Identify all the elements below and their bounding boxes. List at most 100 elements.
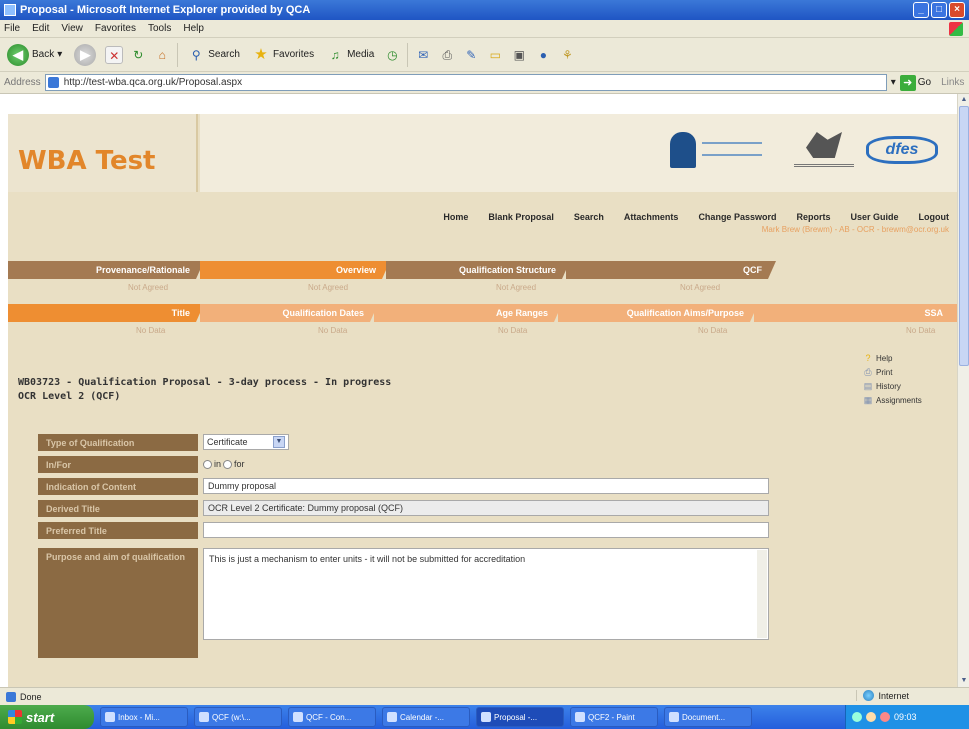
action-sidebar: ? Help ⎙ Print ▤ History ▦ Assignments — [863, 351, 922, 407]
tab-qualification-dates[interactable]: Qualification Dates — [200, 304, 378, 322]
media-label: Media — [347, 49, 375, 60]
close-button[interactable]: × — [949, 2, 965, 18]
task-paint[interactable]: QCF2 - Paint — [570, 707, 658, 727]
task-proposal[interactable]: Proposal -... — [476, 707, 564, 727]
menu-favorites[interactable]: Favorites — [95, 23, 136, 34]
menu-file[interactable]: File — [4, 23, 20, 34]
nav-search[interactable]: Search — [574, 212, 604, 222]
security-zone: Internet — [856, 690, 909, 701]
dfes-logo: dfes — [866, 132, 944, 174]
nav-user-guide[interactable]: User Guide — [850, 212, 898, 222]
infor-label: In/For — [38, 456, 198, 473]
site-brand[interactable]: WBA Test — [18, 146, 156, 176]
nav-blank-proposal[interactable]: Blank Proposal — [488, 212, 554, 222]
search-button[interactable]: ⚲ Search — [184, 42, 243, 68]
tab-title[interactable]: Title — [8, 304, 204, 322]
clock: 09:03 — [894, 712, 917, 722]
tab-status: No Data — [906, 326, 936, 335]
menu-bar: File Edit View Favorites Tools Help — [0, 20, 969, 38]
network-icon[interactable] — [852, 712, 862, 722]
forward-button[interactable]: ▶ — [71, 42, 99, 68]
chevron-down-icon: ▾ — [57, 49, 63, 60]
stop-icon[interactable]: ✕ — [105, 45, 124, 64]
mail-icon[interactable]: ✉ — [414, 46, 432, 64]
type-label: Type of Qualification — [38, 434, 198, 451]
task-document[interactable]: Document... — [664, 707, 752, 727]
print-link[interactable]: ⎙ Print — [863, 365, 922, 379]
scroll-up-icon[interactable]: ▲ — [959, 95, 969, 105]
start-button[interactable]: start — [0, 705, 94, 729]
menu-view[interactable]: View — [61, 23, 83, 34]
links-label[interactable]: Links — [941, 77, 964, 88]
nav-reports[interactable]: Reports — [796, 212, 830, 222]
history-link[interactable]: ▤ History — [863, 379, 922, 393]
page-icon — [6, 691, 16, 702]
history-icon[interactable]: ◷ — [383, 46, 401, 64]
assignments-label: Assignments — [876, 395, 922, 405]
purpose-label: Purpose and aim of qualification — [38, 548, 198, 658]
nav-home[interactable]: Home — [443, 212, 468, 222]
research-icon[interactable]: ⚘ — [558, 46, 576, 64]
assignments-link[interactable]: ▦ Assignments — [863, 393, 922, 407]
task-calendar[interactable]: Calendar -... — [382, 707, 470, 727]
folder-icon[interactable]: ▭ — [486, 46, 504, 64]
back-button[interactable]: ◀ Back ▾ — [4, 42, 65, 68]
task-qcf-folder[interactable]: QCF (w:\... — [194, 707, 282, 727]
task-label: QCF (w:\... — [212, 712, 251, 722]
tab-provenance-rationale[interactable]: Provenance/Rationale — [8, 261, 204, 279]
favorites-button[interactable]: ★ Favorites — [249, 42, 317, 68]
tab-overview[interactable]: Overview — [200, 261, 390, 279]
type-selected-value: Certificate — [207, 437, 248, 447]
volume-icon[interactable] — [866, 712, 876, 722]
tab-status: Not Agreed — [680, 283, 721, 292]
tab-qualification-aims-purpose[interactable]: Qualification Aims/Purpose — [558, 304, 758, 322]
type-select[interactable]: Certificate ▼ — [203, 434, 289, 450]
address-input[interactable] — [44, 74, 887, 91]
security-icon[interactable] — [880, 712, 890, 722]
print-icon: ⎙ — [864, 367, 872, 377]
tab-status: No Data — [136, 326, 166, 335]
outlook-icon — [105, 712, 115, 722]
refresh-icon[interactable]: ↻ — [129, 46, 147, 64]
user-info: Mark Brew (Brewm) - AB - OCR - brewm@ocr… — [761, 225, 949, 234]
radio-in[interactable] — [203, 459, 212, 469]
help-link[interactable]: ? Help — [863, 351, 922, 365]
task-outlook[interactable]: Inbox - Mi... — [100, 707, 188, 727]
toolbar-separator — [177, 42, 179, 67]
textarea-scrollbar[interactable] — [757, 550, 767, 638]
menu-edit[interactable]: Edit — [32, 23, 49, 34]
print-icon[interactable]: ⎙ — [438, 46, 456, 64]
scroll-down-icon[interactable]: ▼ — [959, 676, 969, 686]
tab-ssa[interactable]: SSA — [754, 304, 957, 322]
chevron-down-icon[interactable]: ▾ — [891, 77, 896, 88]
vertical-scrollbar[interactable]: ▲ ▼ — [957, 94, 969, 687]
scroll-thumb[interactable] — [959, 106, 969, 366]
progress-tabs-sections: Provenance/Rationale Overview Qualificat… — [8, 261, 957, 292]
go-label: Go — [917, 77, 932, 88]
discuss-icon[interactable]: ▣ — [510, 46, 528, 64]
minimize-button[interactable]: _ — [913, 2, 929, 18]
home-icon[interactable]: ⌂ — [153, 46, 171, 64]
forward-arrow-icon: ▶ — [74, 43, 97, 66]
maximize-button[interactable]: □ — [931, 2, 947, 18]
content-input[interactable]: Dummy proposal — [203, 478, 769, 494]
page-icon — [47, 77, 59, 88]
menu-help[interactable]: Help — [183, 23, 204, 34]
messenger-icon[interactable]: ● — [534, 46, 552, 64]
menu-tools[interactable]: Tools — [148, 23, 171, 34]
go-button[interactable]: ➜ Go — [899, 74, 932, 91]
task-qcf-con[interactable]: QCF - Con... — [288, 707, 376, 727]
nav-attachments[interactable]: Attachments — [624, 212, 679, 222]
tab-age-ranges[interactable]: Age Ranges — [374, 304, 562, 322]
favorites-label: Favorites — [272, 49, 315, 60]
nav-change-password[interactable]: Change Password — [698, 212, 776, 222]
media-button[interactable]: ♫ Media — [323, 42, 377, 68]
edit-icon[interactable]: ✎ — [462, 46, 480, 64]
preferred-label: Preferred Title — [38, 522, 198, 539]
tab-qualification-structure[interactable]: Qualification Structure — [386, 261, 570, 279]
radio-for[interactable] — [223, 459, 233, 469]
nav-logout[interactable]: Logout — [919, 212, 950, 222]
purpose-textarea[interactable]: This is just a mechanism to enter units … — [203, 548, 769, 640]
preferred-title-input[interactable] — [203, 522, 769, 538]
tab-qcf[interactable]: QCF — [566, 261, 776, 279]
